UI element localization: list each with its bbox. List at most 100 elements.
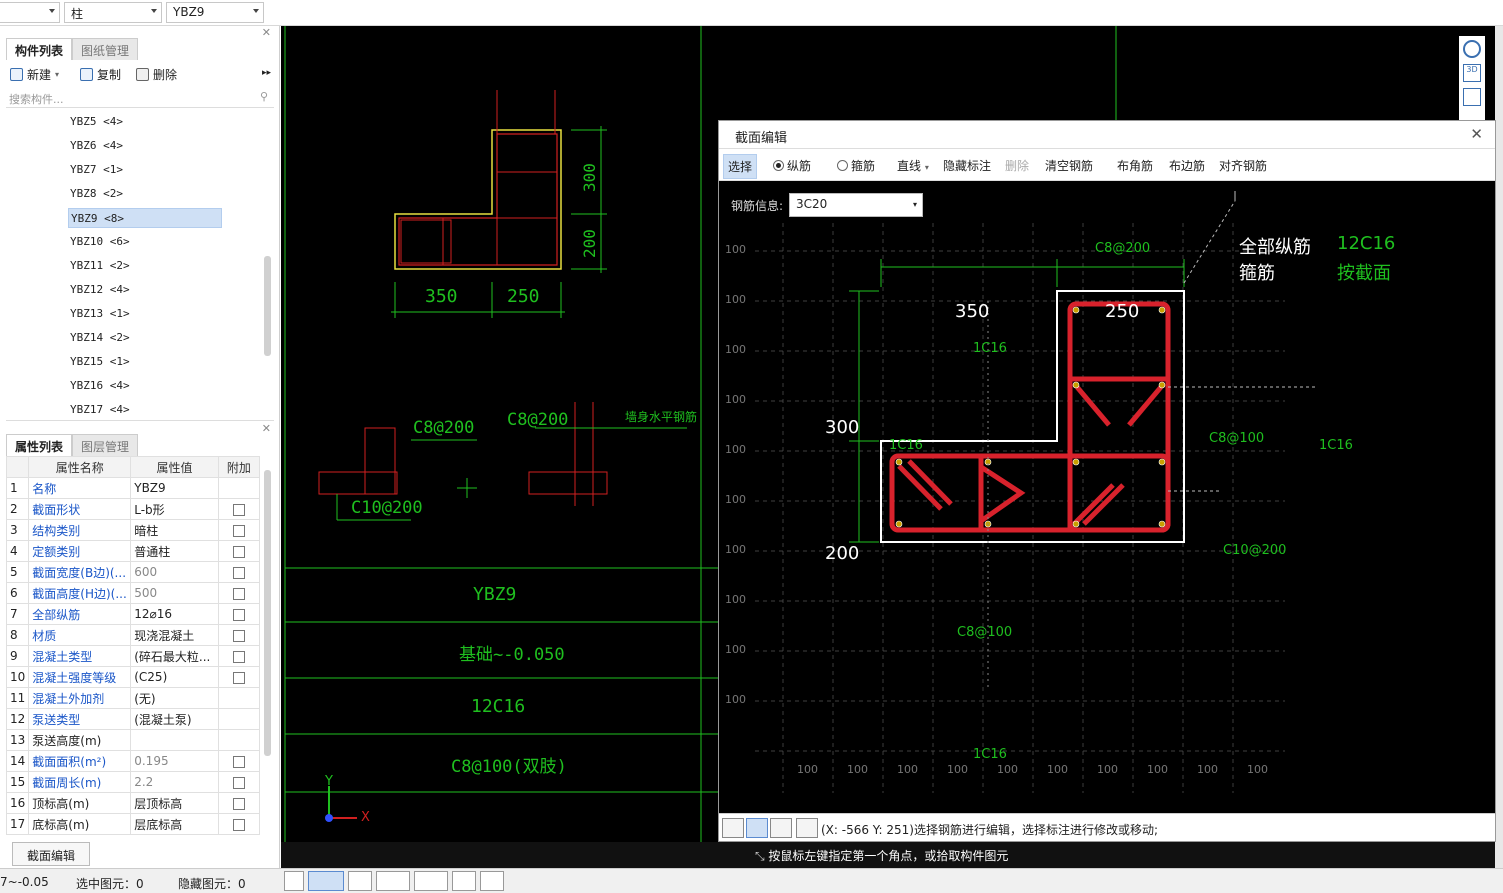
table-row[interactable]: 6 截面高度(H边)(... 500 — [5, 582, 261, 604]
cube-icon[interactable] — [1463, 88, 1481, 106]
checkbox[interactable] — [232, 587, 245, 600]
property-value[interactable]: (碎石最大粒... — [130, 645, 219, 667]
checkbox[interactable] — [232, 608, 245, 621]
property-scrollbar[interactable] — [264, 470, 271, 756]
select-button[interactable]: 选择 — [723, 154, 758, 179]
property-value[interactable]: 暗柱 — [130, 519, 219, 541]
close-icon[interactable]: ✕ — [262, 26, 271, 39]
line-dropdown[interactable]: 直线 ▾ — [897, 157, 929, 174]
section-canvas[interactable]: 钢筋信息: 3C20 ▾ 全部纵筋 12C16 箍筋 按截面 350 250 3… — [719, 181, 1495, 813]
select-box-icon[interactable] — [308, 871, 344, 891]
property-value[interactable]: 0.195 — [130, 750, 219, 772]
table-row[interactable]: 13 泵送高度(m) — [5, 729, 261, 751]
property-value[interactable] — [130, 729, 219, 751]
list-item[interactable]: YBZ16 <4> — [68, 376, 222, 396]
window-icon[interactable] — [452, 871, 476, 891]
cad-scrollbar[interactable] — [1495, 26, 1503, 868]
list-item[interactable]: YBZ9 <8> — [68, 208, 222, 228]
checkbox[interactable] — [232, 650, 245, 663]
more-icon[interactable]: ▸▸ — [262, 68, 271, 78]
table-row[interactable]: 10 混凝土强度等级 (C25) — [5, 666, 261, 688]
list-item[interactable]: YBZ10 <6> — [68, 232, 222, 252]
table-row[interactable]: 8 材质 现浇混凝土 — [5, 624, 261, 646]
add-icon[interactable] — [414, 871, 448, 891]
align-rebar-button[interactable]: 对齐钢筋 — [1219, 157, 1267, 174]
property-value[interactable]: 层顶标高 — [130, 792, 219, 814]
property-value[interactable]: 12⌀16 — [130, 603, 219, 625]
delete-button[interactable]: 删除 — [1005, 157, 1029, 174]
property-value[interactable]: L-b形 — [130, 498, 219, 520]
orbit-icon[interactable] — [1463, 40, 1481, 58]
corner-rebar-button[interactable]: 布角筋 — [1117, 157, 1153, 174]
list-item[interactable]: YBZ12 <4> — [68, 280, 222, 300]
line-snap-icon[interactable] — [746, 818, 768, 838]
list-item[interactable]: YBZ11 <2> — [68, 256, 222, 276]
close-icon[interactable]: ✕ — [1470, 125, 1483, 143]
table-row[interactable]: 16 顶标高(m) 层顶标高 — [5, 792, 261, 814]
floor-select[interactable] — [0, 2, 60, 23]
property-value[interactable]: 普通柱 — [130, 540, 219, 562]
list-item[interactable]: YBZ15 <1> — [68, 352, 222, 372]
table-row[interactable]: 14 截面面积(m²) 0.195 — [5, 750, 261, 772]
section-edit-button[interactable]: 截面编辑 — [12, 842, 90, 866]
add-point-icon[interactable] — [796, 818, 818, 838]
close-icon[interactable]: ✕ — [262, 422, 271, 435]
table-row[interactable]: 4 定额类别 普通柱 — [5, 540, 261, 562]
tab-layer-management[interactable]: 图层管理 — [72, 434, 139, 456]
property-value[interactable]: (C25) — [130, 666, 219, 688]
arc-icon[interactable] — [480, 871, 504, 891]
checkbox[interactable] — [232, 629, 245, 642]
search-input[interactable]: 搜索构件... ⚲ — [6, 88, 274, 108]
checkbox[interactable] — [232, 755, 245, 768]
checkbox[interactable] — [232, 776, 245, 789]
table-row[interactable]: 12 泵送类型 (混凝土泵) — [5, 708, 261, 730]
component-select[interactable]: YBZ9 — [166, 2, 264, 23]
list-item[interactable]: YBZ6 <4> — [68, 136, 222, 156]
checkbox[interactable] — [232, 545, 245, 558]
tab-property-list[interactable]: 属性列表 — [6, 434, 73, 456]
hide-dim-button[interactable]: 隐藏标注 — [943, 157, 991, 174]
tab-component-list[interactable]: 构件列表 — [6, 38, 73, 60]
type-select[interactable]: 柱 — [64, 2, 162, 23]
3d-icon[interactable]: 3D — [1463, 64, 1481, 82]
table-row[interactable]: 7 全部纵筋 12⌀16 — [5, 603, 261, 625]
list-item[interactable]: YBZ7 <1> — [68, 160, 222, 180]
table-row[interactable]: 1 名称 YBZ9 — [5, 477, 261, 499]
checkbox[interactable] — [232, 566, 245, 579]
list-item[interactable]: YBZ8 <2> — [68, 184, 222, 204]
property-value[interactable]: 层底标高 — [130, 813, 219, 835]
table-row[interactable]: 17 底标高(m) 层底标高 — [5, 813, 261, 835]
radio-hoop[interactable]: 箍筋 — [837, 157, 875, 174]
checkbox[interactable] — [232, 797, 245, 810]
copy-button[interactable]: 复制 — [80, 66, 121, 83]
property-value[interactable]: 500 — [130, 582, 219, 604]
list-item[interactable]: YBZ17 <4> — [68, 400, 222, 420]
edge-rebar-button[interactable]: 布边筋 — [1169, 157, 1205, 174]
table-row[interactable]: 9 混凝土类型 (碎石最大粒... — [5, 645, 261, 667]
cross-icon[interactable] — [348, 871, 372, 891]
list-item[interactable]: YBZ14 <2> — [68, 328, 222, 348]
checkbox[interactable] — [232, 818, 245, 831]
list-item[interactable]: YBZ5 <4> — [68, 112, 222, 132]
radio-longitudinal[interactable]: 纵筋 — [773, 157, 811, 174]
property-value[interactable]: 600 — [130, 561, 219, 583]
angle-icon[interactable] — [376, 871, 410, 891]
ortho-icon[interactable] — [284, 871, 304, 891]
new-button[interactable]: 新建 ▾ — [10, 66, 59, 83]
list-scrollbar[interactable] — [264, 256, 271, 356]
table-row[interactable]: 2 截面形状 L-b形 — [5, 498, 261, 520]
property-value[interactable]: 现浇混凝土 — [130, 624, 219, 646]
table-row[interactable]: 3 结构类别 暗柱 — [5, 519, 261, 541]
clear-rebar-button[interactable]: 清空钢筋 — [1045, 157, 1093, 174]
table-row[interactable]: 15 截面周长(m) 2.2 — [5, 771, 261, 793]
property-value[interactable]: 2.2 — [130, 771, 219, 793]
property-value[interactable]: YBZ9 — [130, 477, 219, 499]
table-row[interactable]: 11 混凝土外加剂 (无) — [5, 687, 261, 709]
tab-drawing-management[interactable]: 图纸管理 — [72, 38, 139, 60]
list-item[interactable]: YBZ13 <1> — [68, 304, 222, 324]
property-value[interactable]: (混凝土泵) — [130, 708, 219, 730]
checkbox[interactable] — [232, 503, 245, 516]
table-row[interactable]: 5 截面宽度(B边)(... 600 — [5, 561, 261, 583]
delete-button[interactable]: 删除 — [136, 66, 177, 83]
ortho-icon[interactable] — [722, 818, 744, 838]
